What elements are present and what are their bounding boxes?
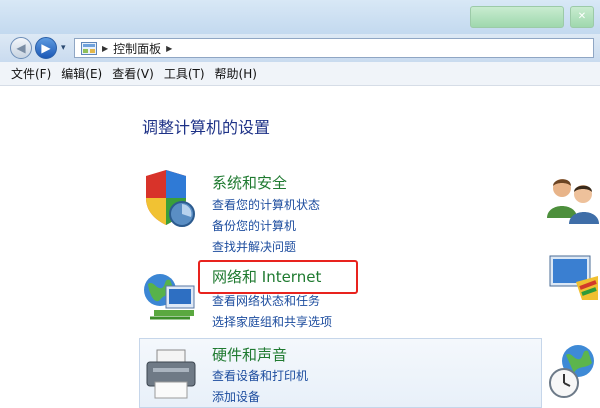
- clock-region-icon[interactable]: [548, 343, 600, 400]
- link-add-device[interactable]: 添加设备: [212, 388, 260, 405]
- menu-help[interactable]: 帮助(H): [215, 65, 257, 82]
- back-arrow-icon: ◀: [16, 41, 26, 55]
- menu-tools[interactable]: 工具(T): [164, 65, 205, 82]
- category-system-security[interactable]: 系统和安全: [212, 172, 287, 193]
- link-homegroup-sharing[interactable]: 选择家庭组和共享选项: [212, 313, 332, 330]
- navigation-bar: ◀ ▶ ▾ ▶ 控制面板 ▶: [0, 34, 600, 62]
- breadcrumb-separator-icon[interactable]: ▶: [102, 44, 108, 53]
- window-title-bar: ✕: [0, 0, 600, 34]
- category-hardware-sound[interactable]: 硬件和声音: [212, 344, 287, 365]
- menu-file[interactable]: 文件(F): [11, 65, 51, 82]
- hardware-category-panel[interactable]: [139, 338, 542, 408]
- menu-view[interactable]: 查看(V): [112, 65, 154, 82]
- user-accounts-icon[interactable]: [545, 174, 600, 226]
- menu-bar: 文件(F) 编辑(E) 查看(V) 工具(T) 帮助(H): [0, 62, 600, 86]
- link-view-computer-status[interactable]: 查看您的计算机状态: [212, 196, 320, 213]
- link-backup-computer[interactable]: 备份您的计算机: [212, 217, 296, 234]
- printer-icon[interactable]: [143, 348, 199, 400]
- control-panel-icon: [81, 41, 97, 55]
- appearance-icon[interactable]: [548, 252, 600, 302]
- page-title: 调整计算机的设置: [142, 118, 271, 137]
- shield-icon[interactable]: [142, 170, 198, 230]
- back-button[interactable]: ◀: [10, 37, 32, 59]
- network-icon[interactable]: [140, 268, 200, 326]
- link-devices-printers[interactable]: 查看设备和打印机: [212, 367, 308, 384]
- forward-button[interactable]: ▶: [35, 37, 57, 59]
- menu-edit[interactable]: 编辑(E): [61, 65, 102, 82]
- breadcrumb-expand-icon[interactable]: ▶: [166, 44, 172, 53]
- close-button[interactable]: ✕: [570, 6, 594, 28]
- forward-arrow-icon: ▶: [41, 41, 51, 55]
- link-troubleshoot[interactable]: 查找并解决问题: [212, 238, 296, 255]
- address-bar[interactable]: ▶ 控制面板 ▶: [74, 38, 594, 58]
- link-network-status[interactable]: 查看网络状态和任务: [212, 292, 320, 309]
- breadcrumb-control-panel[interactable]: 控制面板: [113, 40, 161, 57]
- share-button[interactable]: [470, 6, 564, 28]
- recent-pages-dropdown[interactable]: ▾: [61, 43, 66, 53]
- highlight-annotation: [198, 260, 358, 294]
